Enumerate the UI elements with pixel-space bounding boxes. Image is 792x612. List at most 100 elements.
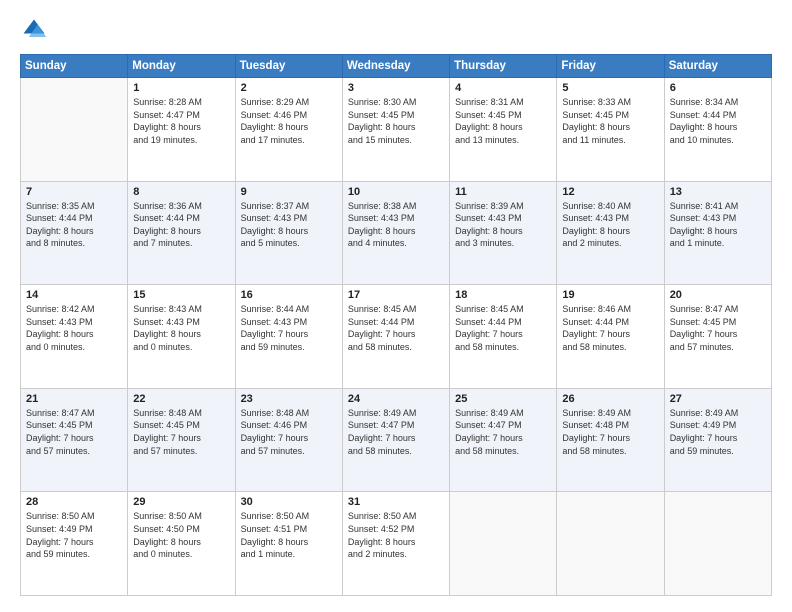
day-number: 24 [348, 393, 444, 405]
table-row: 17 Sunrise: 8:45 AM Sunset: 4:44 PM Dayli… [342, 285, 449, 389]
table-row: 27Sunrise: 8:49 AM Sunset: 4:49 PM Dayli… [664, 388, 771, 492]
table-row: 18Sunrise: 8:45 AM Sunset: 4:44 PM Dayli… [450, 285, 557, 389]
table-row [450, 492, 557, 596]
day-number: 2 [241, 82, 337, 94]
table-row: 3 Sunrise: 8:30 AM Sunset: 4:45 PM Daylig… [342, 78, 449, 182]
day-info: Sunrise: 8:38 AM Sunset: 4:43 PM Dayligh… [348, 200, 444, 250]
table-row: 10 Sunrise: 8:38 AM Sunset: 4:43 PM Dayli… [342, 181, 449, 285]
table-row [664, 492, 771, 596]
table-row: 12 Sunrise: 8:40 AM Sunset: 4:43 PM Dayli… [557, 181, 664, 285]
day-info: Sunrise: 8:47 AM Sunset: 4:45 PM Dayligh… [670, 303, 766, 353]
calendar-table: SundayMondayTuesdayWednesdayThursdayFrid… [20, 54, 772, 596]
day-info: Sunrise: 8:34 AM Sunset: 4:44 PM Dayligh… [670, 96, 766, 146]
day-info: Sunrise: 8:39 AM Sunset: 4:43 PM Dayligh… [455, 200, 551, 250]
day-info: Sunrise: 8:28 AM Sunset: 4:47 PM Dayligh… [133, 96, 229, 146]
day-info: Sunrise: 8:29 AM Sunset: 4:46 PM Dayligh… [241, 96, 337, 146]
day-info: Sunrise: 8:40 AM Sunset: 4:43 PM Dayligh… [562, 200, 658, 250]
day-number: 28 [26, 496, 122, 508]
day-number: 13 [670, 186, 766, 198]
table-row: 21 Sunrise: 8:47 AM Sunset: 4:45 PM Dayli… [21, 388, 128, 492]
table-row: 1 Sunrise: 8:28 AM Sunset: 4:47 PM Daylig… [128, 78, 235, 182]
day-number: 27 [670, 393, 766, 405]
table-row: 31 Sunrise: 8:50 AM Sunset: 4:52 PM Dayli… [342, 492, 449, 596]
table-row: 2 Sunrise: 8:29 AM Sunset: 4:46 PM Daylig… [235, 78, 342, 182]
day-info: Sunrise: 8:49 AM Sunset: 4:47 PM Dayligh… [455, 407, 551, 457]
day-header-tuesday: Tuesday [235, 55, 342, 78]
day-header-wednesday: Wednesday [342, 55, 449, 78]
day-info: Sunrise: 8:49 AM Sunset: 4:48 PM Dayligh… [562, 407, 658, 457]
table-row: 30 Sunrise: 8:50 AM Sunset: 4:51 PM Dayli… [235, 492, 342, 596]
table-row: 26 Sunrise: 8:49 AM Sunset: 4:48 PM Dayli… [557, 388, 664, 492]
table-row: 23 Sunrise: 8:48 AM Sunset: 4:46 PM Dayli… [235, 388, 342, 492]
day-number: 14 [26, 289, 122, 301]
day-number: 17 [348, 289, 444, 301]
day-number: 21 [26, 393, 122, 405]
day-number: 4 [455, 82, 551, 94]
day-header-friday: Friday [557, 55, 664, 78]
table-row: 24 Sunrise: 8:49 AM Sunset: 4:47 PM Dayli… [342, 388, 449, 492]
day-info: Sunrise: 8:30 AM Sunset: 4:45 PM Dayligh… [348, 96, 444, 146]
day-info: Sunrise: 8:50 AM Sunset: 4:51 PM Dayligh… [241, 510, 337, 560]
day-info: Sunrise: 8:36 AM Sunset: 4:44 PM Dayligh… [133, 200, 229, 250]
table-row: 16Sunrise: 8:44 AM Sunset: 4:43 PM Dayli… [235, 285, 342, 389]
day-number: 22 [133, 393, 229, 405]
table-row: 11 Sunrise: 8:39 AM Sunset: 4:43 PM Dayli… [450, 181, 557, 285]
day-info: Sunrise: 8:43 AM Sunset: 4:43 PM Dayligh… [133, 303, 229, 353]
day-number: 25 [455, 393, 551, 405]
table-row: 8 Sunrise: 8:36 AM Sunset: 4:44 PM Daylig… [128, 181, 235, 285]
day-number: 8 [133, 186, 229, 198]
day-info: Sunrise: 8:37 AM Sunset: 4:43 PM Dayligh… [241, 200, 337, 250]
day-header-saturday: Saturday [664, 55, 771, 78]
day-info: Sunrise: 8:50 AM Sunset: 4:50 PM Dayligh… [133, 510, 229, 560]
day-number: 7 [26, 186, 122, 198]
day-number: 12 [562, 186, 658, 198]
table-row: 19 Sunrise: 8:46 AM Sunset: 4:44 PM Dayli… [557, 285, 664, 389]
day-number: 19 [562, 289, 658, 301]
table-row: 14 Sunrise: 8:42 AM Sunset: 4:43 PM Dayli… [21, 285, 128, 389]
table-row: 20 Sunrise: 8:47 AM Sunset: 4:45 PM Dayli… [664, 285, 771, 389]
day-number: 1 [133, 82, 229, 94]
table-row: 25 Sunrise: 8:49 AM Sunset: 4:47 PM Dayli… [450, 388, 557, 492]
day-info: Sunrise: 8:50 AM Sunset: 4:52 PM Dayligh… [348, 510, 444, 560]
table-row: 7 Sunrise: 8:35 AM Sunset: 4:44 PM Daylig… [21, 181, 128, 285]
day-number: 15 [133, 289, 229, 301]
day-number: 10 [348, 186, 444, 198]
day-number: 5 [562, 82, 658, 94]
table-row: 9 Sunrise: 8:37 AM Sunset: 4:43 PM Daylig… [235, 181, 342, 285]
day-header-thursday: Thursday [450, 55, 557, 78]
day-info: Sunrise: 8:44 AM Sunset: 4:43 PM Dayligh… [241, 303, 337, 353]
day-number: 11 [455, 186, 551, 198]
table-row [557, 492, 664, 596]
day-number: 9 [241, 186, 337, 198]
day-number: 3 [348, 82, 444, 94]
day-number: 23 [241, 393, 337, 405]
logo [20, 16, 52, 44]
day-info: Sunrise: 8:46 AM Sunset: 4:44 PM Dayligh… [562, 303, 658, 353]
table-row: 6 Sunrise: 8:34 AM Sunset: 4:44 PM Daylig… [664, 78, 771, 182]
day-header-sunday: Sunday [21, 55, 128, 78]
day-number: 26 [562, 393, 658, 405]
table-row [21, 78, 128, 182]
day-info: Sunrise: 8:35 AM Sunset: 4:44 PM Dayligh… [26, 200, 122, 250]
logo-icon [20, 16, 48, 44]
table-row: 28 Sunrise: 8:50 AM Sunset: 4:49 PM Dayli… [21, 492, 128, 596]
day-info: Sunrise: 8:31 AM Sunset: 4:45 PM Dayligh… [455, 96, 551, 146]
table-row: 29 Sunrise: 8:50 AM Sunset: 4:50 PM Dayli… [128, 492, 235, 596]
day-info: Sunrise: 8:45 AM Sunset: 4:44 PM Dayligh… [348, 303, 444, 353]
day-info: Sunrise: 8:48 AM Sunset: 4:46 PM Dayligh… [241, 407, 337, 457]
day-info: Sunrise: 8:50 AM Sunset: 4:49 PM Dayligh… [26, 510, 122, 560]
day-number: 20 [670, 289, 766, 301]
table-row: 15 Sunrise: 8:43 AM Sunset: 4:43 PM Dayli… [128, 285, 235, 389]
page-header [20, 16, 772, 44]
table-row: 13Sunrise: 8:41 AM Sunset: 4:43 PM Dayli… [664, 181, 771, 285]
day-number: 31 [348, 496, 444, 508]
day-number: 6 [670, 82, 766, 94]
day-info: Sunrise: 8:47 AM Sunset: 4:45 PM Dayligh… [26, 407, 122, 457]
day-info: Sunrise: 8:49 AM Sunset: 4:47 PM Dayligh… [348, 407, 444, 457]
day-number: 30 [241, 496, 337, 508]
table-row: 4 Sunrise: 8:31 AM Sunset: 4:45 PM Daylig… [450, 78, 557, 182]
day-info: Sunrise: 8:42 AM Sunset: 4:43 PM Dayligh… [26, 303, 122, 353]
day-number: 29 [133, 496, 229, 508]
day-info: Sunrise: 8:48 AM Sunset: 4:45 PM Dayligh… [133, 407, 229, 457]
day-info: Sunrise: 8:33 AM Sunset: 4:45 PM Dayligh… [562, 96, 658, 146]
